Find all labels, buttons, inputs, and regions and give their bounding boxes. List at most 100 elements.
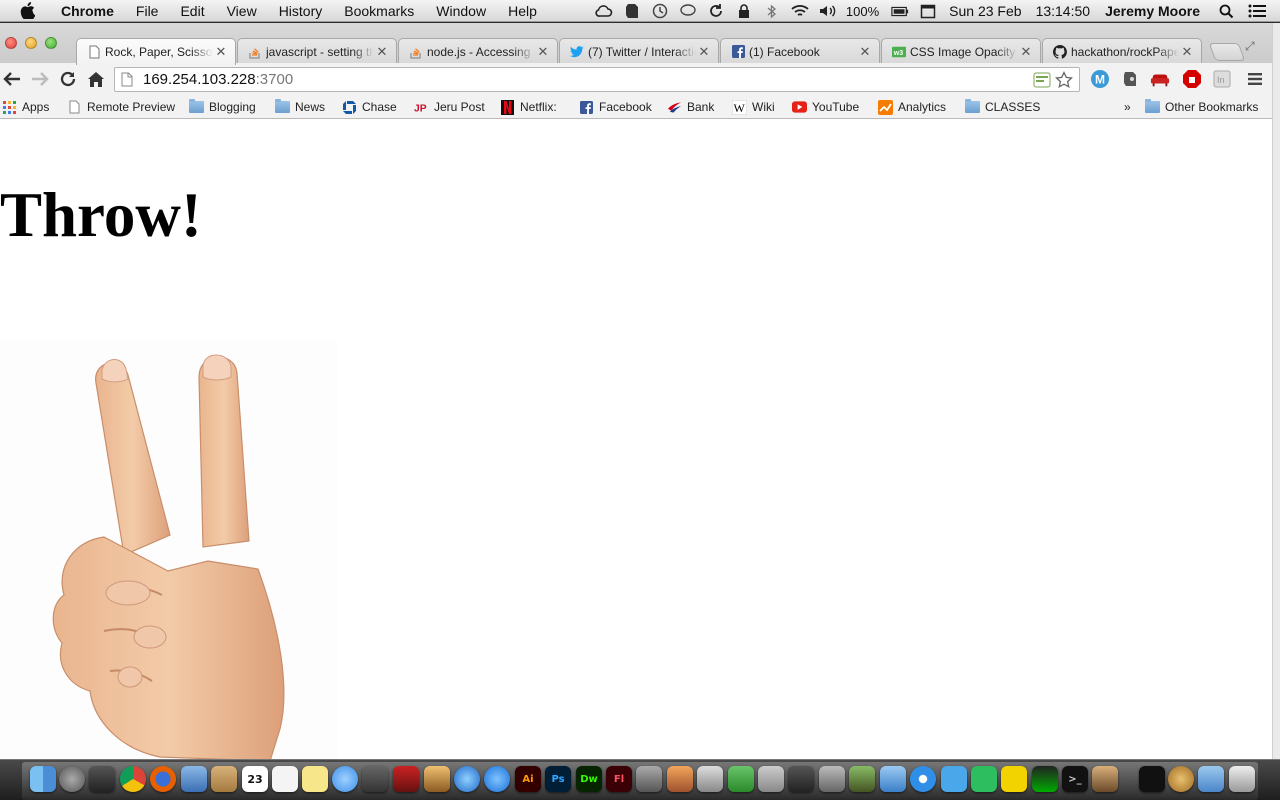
menu-history[interactable]: History	[268, 3, 334, 19]
iphoto-icon[interactable]	[424, 766, 450, 792]
preview-icon[interactable]	[181, 766, 207, 792]
activity-monitor-icon[interactable]	[1139, 766, 1165, 792]
brushes-icon[interactable]	[697, 766, 723, 792]
tab-javascript-setting[interactable]: javascript - setting the ✕	[237, 38, 397, 64]
character-icon[interactable]	[1092, 766, 1118, 792]
address-bar[interactable]: 169.254.103.228:3700	[114, 67, 1080, 92]
bookmark-netflix[interactable]: Netflix:	[500, 98, 557, 116]
chrome-dock-icon[interactable]	[120, 766, 146, 792]
trash-icon[interactable]	[1229, 766, 1255, 792]
game-icon[interactable]	[849, 766, 875, 792]
twitter-dock-icon[interactable]	[941, 766, 967, 792]
bookmark-facebook[interactable]: Facebook	[579, 98, 652, 116]
close-icon[interactable]: ✕	[698, 44, 710, 60]
volume-icon[interactable]	[819, 3, 837, 19]
bookmarks-overflow-chevron[interactable]: »	[1124, 98, 1131, 116]
bookmark-folder-blogging[interactable]: Blogging	[189, 98, 256, 116]
bookmark-jeru-post[interactable]: JP Jeru Post	[414, 98, 485, 116]
menu-bar-clock[interactable]: 13:14:50	[1036, 3, 1091, 19]
rss-icon[interactable]	[1033, 71, 1051, 89]
bookmark-youtube[interactable]: YouTube	[792, 98, 859, 116]
bookmark-apps[interactable]: Apps	[2, 98, 49, 116]
textedit-icon[interactable]	[272, 766, 298, 792]
evernote-status-icon[interactable]	[623, 3, 641, 19]
evernote-dock-icon[interactable]	[971, 766, 997, 792]
time-machine-icon[interactable]	[651, 3, 669, 19]
wifi-icon[interactable]	[791, 3, 809, 19]
spotlight-search-icon[interactable]	[1217, 3, 1235, 19]
calculator-icon[interactable]	[758, 766, 784, 792]
close-icon[interactable]: ✕	[537, 44, 549, 60]
bookmark-remote-preview[interactable]: Remote Preview	[67, 98, 175, 116]
couch-extension-icon[interactable]	[1150, 69, 1170, 89]
close-icon[interactable]: ✕	[859, 44, 871, 60]
itunes-icon[interactable]	[454, 766, 480, 792]
evernote-extension-icon[interactable]	[1120, 69, 1140, 89]
window-scrollbar[interactable]	[1272, 23, 1280, 759]
battery-icon[interactable]	[891, 3, 909, 19]
disk-icon[interactable]	[1168, 766, 1194, 792]
in-extension-icon[interactable]: In	[1212, 69, 1232, 89]
bookmark-bank[interactable]: Bank	[667, 98, 714, 116]
messages-status-icon[interactable]	[679, 3, 697, 19]
app-store-icon[interactable]	[484, 766, 510, 792]
window-zoom-button[interactable]	[45, 37, 57, 49]
finder-icon[interactable]	[30, 766, 56, 792]
window-close-button[interactable]	[5, 37, 17, 49]
monitor-icon[interactable]	[1032, 766, 1058, 792]
illustrator-icon[interactable]: Ai	[515, 766, 541, 792]
sync-icon[interactable]	[707, 3, 725, 19]
bookmark-chase[interactable]: Chase	[342, 98, 397, 116]
lock-icon[interactable]	[735, 3, 753, 19]
firefox-icon[interactable]	[150, 766, 176, 792]
calendar-icon[interactable]: 23	[242, 766, 268, 792]
bookmark-analytics[interactable]: Analytics	[878, 98, 946, 116]
apple-menu-icon[interactable]	[18, 2, 36, 20]
photoshop-icon[interactable]: Ps	[545, 766, 571, 792]
window-minimize-button[interactable]	[25, 37, 37, 49]
bookmark-folder-news[interactable]: News	[275, 98, 325, 116]
utility-icon[interactable]	[636, 766, 662, 792]
contacts-icon[interactable]	[211, 766, 237, 792]
stickies-icon[interactable]	[302, 766, 328, 792]
home-button[interactable]	[84, 67, 108, 91]
screenshot-icon[interactable]	[788, 766, 814, 792]
bookmark-star-icon[interactable]	[1055, 71, 1073, 89]
bookmark-wiki[interactable]: W Wiki	[732, 98, 775, 116]
menu-file[interactable]: File	[125, 3, 170, 19]
reload-button[interactable]	[56, 67, 80, 91]
tab-twitter[interactable]: (7) Twitter / Interactions ✕	[559, 38, 719, 64]
bookmark-folder-classes[interactable]: CLASSES	[965, 98, 1040, 116]
back-button[interactable]	[0, 67, 24, 91]
fullscreen-icon[interactable]: ⤢	[1245, 39, 1261, 55]
menu-edit[interactable]: Edit	[169, 3, 215, 19]
chrome-menu-icon[interactable]	[1245, 69, 1265, 89]
numbers-icon[interactable]	[728, 766, 754, 792]
new-tab-button[interactable]	[1208, 43, 1246, 61]
menu-view[interactable]: View	[216, 3, 268, 19]
tab-css-image-opacity[interactable]: w3 CSS Image Opacity / T ✕	[881, 38, 1041, 64]
notification-center-icon[interactable]	[1248, 3, 1266, 19]
tab-github-hackathon[interactable]: hackathon/rockPaper ✕	[1042, 38, 1202, 64]
launchpad-icon[interactable]	[59, 766, 85, 792]
creative-cloud-icon[interactable]	[595, 3, 613, 19]
menu-app-name[interactable]: Chrome	[50, 3, 125, 19]
safari-icon[interactable]	[910, 766, 936, 792]
flash-icon[interactable]: Fl	[606, 766, 632, 792]
adblock-icon[interactable]	[1182, 69, 1202, 89]
printer-icon[interactable]	[819, 766, 845, 792]
tab-facebook[interactable]: (1) Facebook ✕	[720, 38, 880, 64]
facetime-icon[interactable]	[362, 766, 388, 792]
close-icon[interactable]: ✕	[1181, 44, 1193, 60]
tab-rock-paper-scissors[interactable]: Rock, Paper, Scissors ✕	[76, 38, 236, 65]
scissors-hand-image[interactable]	[0, 341, 338, 759]
close-icon[interactable]: ✕	[1020, 44, 1032, 60]
terminal-icon[interactable]: >_	[1062, 766, 1088, 792]
battery-percent[interactable]: 100%	[846, 4, 879, 19]
photo-slideshow-icon[interactable]	[393, 766, 419, 792]
menu-bookmarks[interactable]: Bookmarks	[333, 3, 425, 19]
messages-icon[interactable]	[332, 766, 358, 792]
dreamweaver-icon[interactable]: Dw	[576, 766, 602, 792]
menu-help[interactable]: Help	[497, 3, 548, 19]
menu-window[interactable]: Window	[425, 3, 497, 19]
